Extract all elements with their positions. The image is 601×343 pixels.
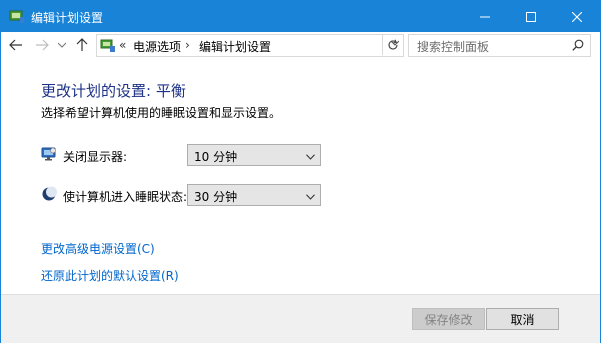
address-bar[interactable]: « 电源选项 › 编辑计划设置 [96,34,404,57]
recent-locations-chevron-icon[interactable] [53,36,71,54]
search-icon[interactable] [572,39,584,54]
up-arrow-icon[interactable] [73,36,91,54]
sleep-label: 使计算机进入睡眠状态: [63,190,188,204]
window: 编辑计划设置 « 电源选项 › 编辑计划设置 搜索控制面板 更改计划的设置: 平… [0,0,601,343]
maximize-button[interactable] [508,1,554,32]
dialog-footer: 保存修改 取消 [1,294,600,343]
page-description: 选择希望计算机使用的睡眠设置和显示设置。 [41,106,282,120]
chevron-down-icon [306,149,315,163]
display-off-value: 10 分钟 [194,150,238,164]
minimize-button[interactable] [462,1,508,32]
back-arrow-icon[interactable] [7,36,25,54]
title-bar[interactable]: 编辑计划设置 [1,1,600,32]
main-content: 更改计划的设置: 平衡 选择希望计算机使用的睡眠设置和显示设置。 关闭显示器: … [1,58,600,294]
control-panel-icon [100,37,116,53]
sleep-select[interactable]: 30 分钟 [187,184,321,206]
display-off-label: 关闭显示器: [63,150,128,164]
search-input[interactable]: 搜索控制面板 [417,38,489,55]
search-box[interactable]: 搜索控制面板 [408,34,591,57]
forward-arrow-icon[interactable] [33,36,51,54]
navigation-bar: « 电源选项 › 编辑计划设置 搜索控制面板 [1,32,600,58]
breadcrumb-separator[interactable]: › [185,38,190,52]
restore-defaults-link[interactable]: 还原此计划的默认设置(R) [41,267,179,284]
breadcrumb-edit-plan[interactable]: 编辑计划设置 [199,38,271,55]
page-title: 更改计划的设置: 平衡 [41,82,186,100]
moon-icon [41,186,57,202]
power-options-icon [9,8,25,24]
save-changes-button[interactable]: 保存修改 [412,308,485,330]
display-off-select[interactable]: 10 分钟 [187,144,321,166]
advanced-power-settings-link[interactable]: 更改高级电源设置(C) [41,240,155,257]
chevron-down-icon [306,189,315,203]
cancel-button[interactable]: 取消 [486,308,559,330]
close-button[interactable] [554,1,600,32]
sleep-value: 30 分钟 [194,190,238,204]
monitor-icon [41,146,57,162]
breadcrumb-overflow[interactable]: « [119,38,126,52]
refresh-icon[interactable] [382,34,403,55]
breadcrumb-power-options[interactable]: 电源选项 [133,38,181,55]
window-title: 编辑计划设置 [31,11,104,25]
